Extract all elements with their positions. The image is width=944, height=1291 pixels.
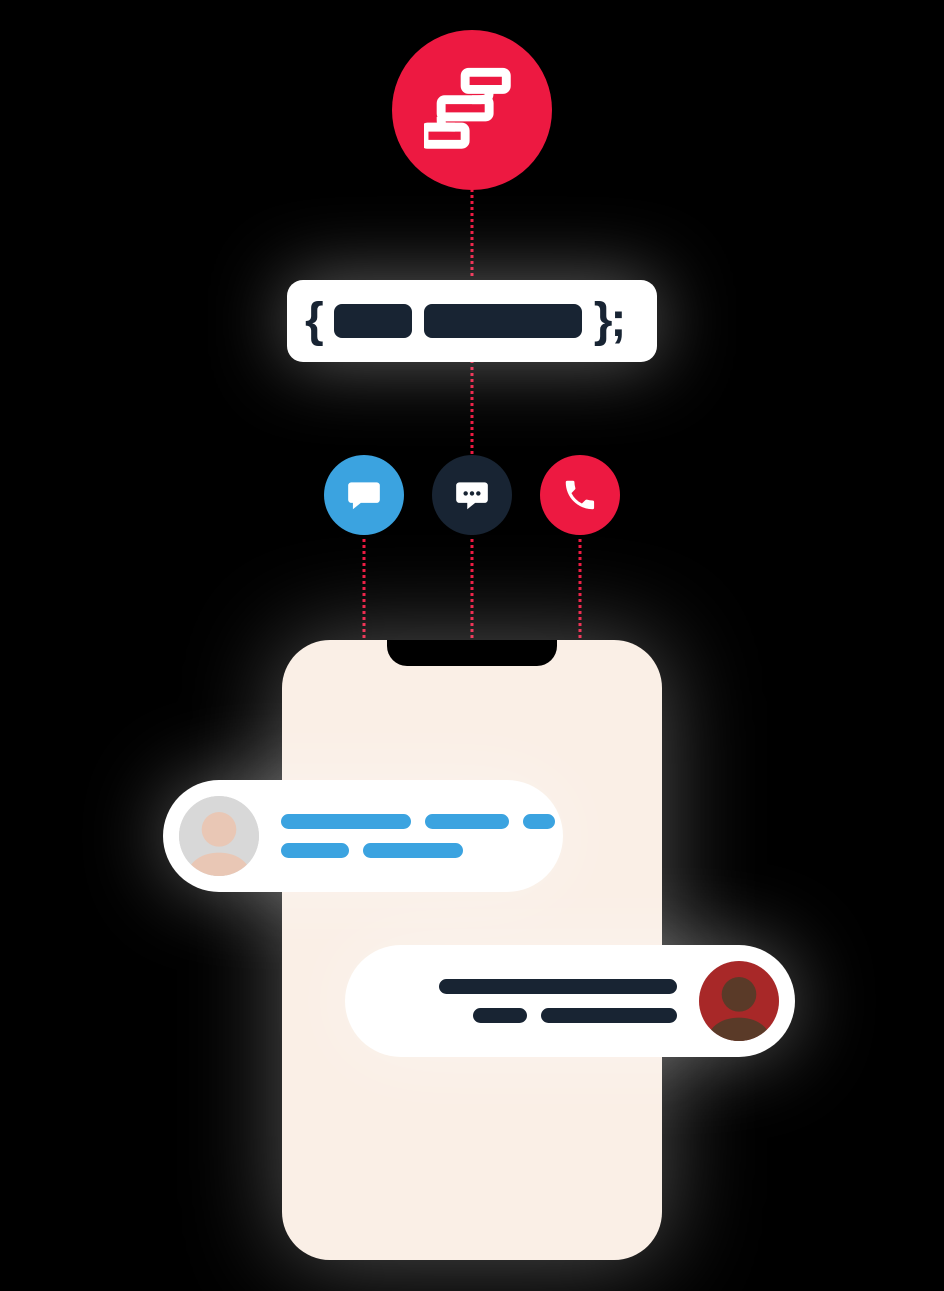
code-chunk <box>334 304 412 338</box>
chat-icon <box>324 455 404 535</box>
message-lines <box>281 814 555 858</box>
text-line <box>425 814 509 829</box>
brace-close: }; <box>594 297 625 345</box>
sms-icon <box>432 455 512 535</box>
brand-logo-icon <box>392 30 552 190</box>
connector-line <box>579 532 582 656</box>
connector-line <box>471 360 474 460</box>
connector-line <box>471 188 474 284</box>
channel-row <box>324 455 620 535</box>
brace-open: { <box>305 297 322 345</box>
text-line <box>439 979 677 994</box>
text-line <box>541 1008 677 1023</box>
text-line <box>473 1008 527 1023</box>
phone-icon <box>540 455 620 535</box>
connector-line <box>363 532 366 656</box>
text-line <box>523 814 555 829</box>
text-line <box>281 843 349 858</box>
avatar-person-2 <box>699 961 779 1041</box>
text-line <box>281 814 411 829</box>
chat-bubble <box>163 780 563 892</box>
avatar-person-1 <box>179 796 259 876</box>
phone-notch <box>387 640 557 666</box>
code-chunk <box>424 304 582 338</box>
connector-line <box>471 532 474 656</box>
message-lines <box>439 979 677 1023</box>
code-snippet-bar: {}; <box>287 280 657 362</box>
chat-bubble <box>345 945 795 1057</box>
text-line <box>363 843 463 858</box>
